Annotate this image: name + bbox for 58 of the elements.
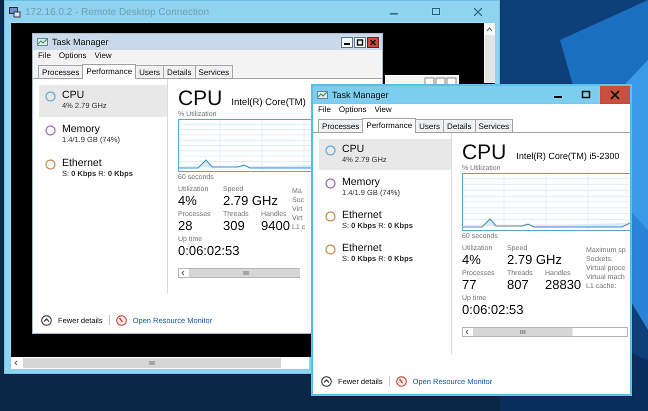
stat-value: 309 xyxy=(223,218,245,233)
gauge-icon xyxy=(396,376,407,386)
collapse-icon[interactable] xyxy=(321,376,332,386)
tab[interactable]: Details xyxy=(163,65,196,78)
tab[interactable]: Performance xyxy=(362,118,416,133)
stat-value: 0:06:02:53 xyxy=(462,302,524,317)
app-icon xyxy=(37,38,48,46)
window-title: 172.16.0.2 - Remote Desktop Connection xyxy=(25,6,210,18)
stat-value: 807 xyxy=(507,277,529,292)
resource-name: CPU xyxy=(62,89,84,101)
stat-value: 28830 xyxy=(545,277,582,292)
tab[interactable]: Users xyxy=(415,119,444,132)
stat-value: 77 xyxy=(462,277,476,292)
stat-value: 4% xyxy=(178,193,197,208)
menu-item[interactable]: View xyxy=(374,105,392,114)
stat-value: 0:06:02:53 xyxy=(178,243,240,258)
gauge-icon xyxy=(116,314,127,326)
tab[interactable]: Details xyxy=(443,119,476,132)
tab[interactable]: Performance xyxy=(82,64,136,79)
tab[interactable]: Services xyxy=(194,65,234,78)
maximize-button[interactable] xyxy=(354,36,366,48)
app-icon xyxy=(317,90,328,100)
stat-value: 28 xyxy=(178,218,192,233)
menu-item[interactable]: File xyxy=(38,51,51,60)
stat-value: 4% xyxy=(462,252,481,267)
horizontal-scrollbar[interactable] xyxy=(178,268,300,278)
processor-model: Intel(R) Core(TM) i5-2300 xyxy=(516,151,620,161)
collapse-icon[interactable] xyxy=(41,314,52,326)
close-button[interactable] xyxy=(367,36,379,48)
window-title: Task Manager xyxy=(52,37,110,47)
resource-name: Ethernet xyxy=(342,209,382,221)
resource-heading: CPU xyxy=(462,141,506,164)
remote-desktop-icon xyxy=(9,6,21,18)
window-title: Task Manager xyxy=(332,90,390,100)
minimize-button[interactable] xyxy=(341,36,353,48)
menu-item[interactable]: Options xyxy=(58,51,86,60)
vertical-scrollbar[interactable] xyxy=(484,23,495,83)
stat-value: 2.79 GHz xyxy=(223,193,278,208)
stat-value: 2.79 GHz xyxy=(507,252,562,267)
resource-name: Ethernet xyxy=(342,242,382,254)
horizontal-scrollbar[interactable] xyxy=(462,327,628,337)
resource-name: Ethernet xyxy=(62,157,102,169)
tab[interactable]: Processes xyxy=(38,65,84,78)
tab[interactable]: Users xyxy=(135,65,164,78)
menu-item[interactable]: Options xyxy=(338,105,366,114)
resource-name: Memory xyxy=(62,123,100,135)
resource-name: CPU xyxy=(342,143,364,155)
stat-value: 9400 xyxy=(261,218,290,233)
horizontal-scrollbar[interactable] xyxy=(11,357,309,369)
close-icon xyxy=(474,8,482,16)
menu-item[interactable]: View xyxy=(94,51,112,60)
menu-item[interactable]: File xyxy=(318,105,331,114)
resource-heading: CPU xyxy=(178,87,222,110)
tab[interactable]: Processes xyxy=(318,119,364,132)
resource-name: Memory xyxy=(342,176,380,188)
maximize-icon xyxy=(432,8,440,16)
processor-model: Intel(R) Core(TM) xyxy=(231,97,306,108)
tab[interactable]: Services xyxy=(474,119,514,132)
